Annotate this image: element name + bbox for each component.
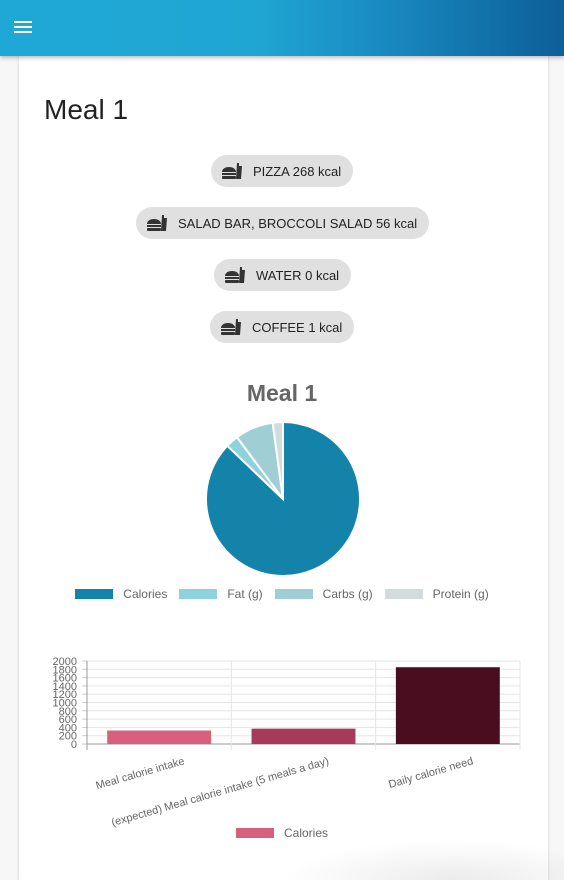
pie-chart (205, 420, 361, 577)
pie-legend-item[interactable]: Calories (75, 587, 167, 601)
pie-chart-legend: Calories Fat (g) Carbs (g) Protein (g) (0, 587, 564, 601)
bar-1[interactable] (107, 730, 212, 744)
legend-label: Calories (283, 826, 328, 840)
meal-item-chip[interactable]: WATER 0 kcal (214, 259, 352, 291)
bar-legend-item[interactable]: Calories (235, 826, 328, 840)
meal-item-label: COFFEE 1 kcal (252, 319, 343, 335)
bar-y-tick-label: 2000 (53, 656, 77, 668)
pie-legend-item[interactable]: Protein (g) (384, 587, 489, 601)
legend-swatch (274, 589, 313, 599)
legend-swatch (384, 589, 423, 599)
meal-item-chip[interactable]: PIZZA 268 kcal (211, 155, 354, 187)
meal-item-label: WATER 0 kcal (256, 267, 340, 283)
bar-x-tick-label: Daily calorie need (387, 755, 474, 791)
bar-chart-legend: Calories (0, 826, 564, 840)
legend-swatch (75, 589, 114, 599)
bar-chart: 0200400600800100012001400160018002000Mea… (53, 656, 521, 829)
meal-item-chip[interactable]: COFFEE 1 kcal (210, 311, 355, 343)
meal-item-label: PIZZA 268 kcal (253, 163, 342, 179)
pie-legend-item[interactable]: Fat (g) (179, 587, 263, 601)
fast-food-icon (220, 317, 244, 337)
legend-label: Carbs (g) (322, 587, 373, 601)
app-bar (0, 0, 564, 56)
page-title: Meal 1 (44, 94, 129, 125)
legend-label: Protein (g) (432, 587, 489, 601)
legend-swatch (235, 828, 274, 838)
legend-label: Fat (g) (227, 587, 263, 601)
bottom-shadow (280, 840, 564, 880)
pie-legend-item[interactable]: Carbs (g) (274, 587, 373, 601)
fast-food-icon (146, 213, 170, 233)
fast-food-icon (221, 161, 245, 181)
bar-x-tick-label: Meal calorie intake (95, 755, 186, 792)
fast-food-icon (224, 265, 248, 285)
legend-label: Calories (123, 587, 168, 601)
bar-3[interactable] (395, 667, 500, 744)
bar-2[interactable] (251, 728, 356, 744)
legend-swatch (179, 589, 218, 599)
meal-item-label: SALAD BAR, BROCCOLI SALAD 56 kcal (178, 215, 418, 231)
hamburger-menu-icon[interactable] (14, 18, 34, 38)
pie-chart-title: Meal 1 (246, 380, 318, 406)
meal-item-chip[interactable]: SALAD BAR, BROCCOLI SALAD 56 kcal (136, 207, 430, 239)
